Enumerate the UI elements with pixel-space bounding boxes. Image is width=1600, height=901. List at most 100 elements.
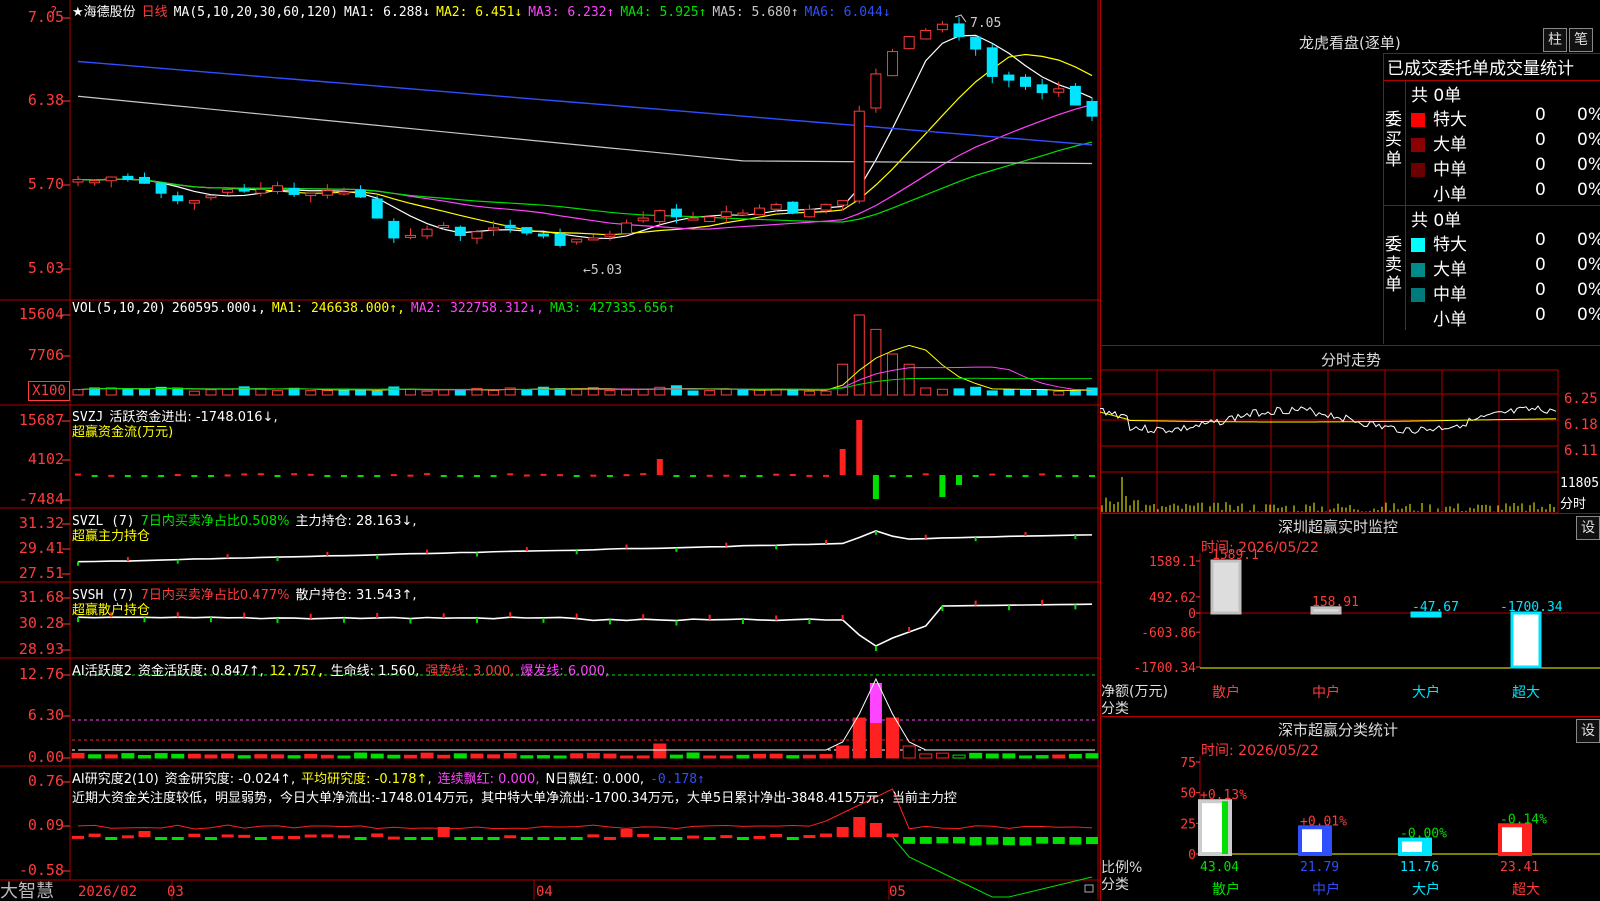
price-axis-label: 6.38 xyxy=(27,91,64,109)
active-line xyxy=(78,677,1092,751)
candle-body xyxy=(687,217,699,221)
active-bar xyxy=(354,752,368,759)
monitor-value-label: 158.91 xyxy=(1312,595,1359,610)
svzj-axis-label: 15687 xyxy=(18,411,64,429)
date-label-mar: 03 xyxy=(167,884,184,900)
svzj-bar xyxy=(673,475,680,477)
vol-name[interactable]: VOL(5,10,20) xyxy=(72,301,166,316)
research-bar xyxy=(421,837,434,840)
dragon-title: 龙虎看盘(逐单) xyxy=(1299,34,1401,52)
svsh-ratio: 7日内买卖净占比0.477% xyxy=(140,588,290,603)
research-bar xyxy=(1036,837,1049,844)
ai-research-name[interactable]: AI研究度2(10) xyxy=(72,772,159,787)
active-bar xyxy=(786,755,800,759)
monitor-bar xyxy=(1210,559,1242,615)
ai-research-b: 平均研究度: -0.178↑, xyxy=(301,772,432,787)
sell-order-count: 0 xyxy=(1535,230,1546,250)
research-bar xyxy=(371,833,384,837)
active-bar xyxy=(237,755,251,759)
research-bar xyxy=(736,837,749,840)
svzl-axis-label: 27.51 xyxy=(18,564,64,582)
svzj-bar xyxy=(91,475,98,477)
active-bar xyxy=(304,753,318,759)
candle-body xyxy=(986,47,998,77)
candle-body xyxy=(720,211,732,218)
monitor-category-label: 大户 xyxy=(1412,684,1440,701)
sell-order-label: 大单 xyxy=(1433,260,1467,280)
volume-bar xyxy=(704,390,716,396)
active-bar xyxy=(71,752,85,759)
candle-body xyxy=(770,203,782,210)
research-bar xyxy=(288,836,301,840)
active-bar xyxy=(337,755,351,759)
sell-order-label: 委卖单 xyxy=(1385,235,1402,295)
volume-bar xyxy=(787,389,799,396)
active-bar xyxy=(1052,754,1066,759)
active-bar xyxy=(719,755,733,759)
volume-bar xyxy=(604,390,616,396)
svzj-bar xyxy=(390,474,397,477)
research-bar xyxy=(570,837,583,840)
sell-order-pct: 0% xyxy=(1577,280,1600,300)
active-bar xyxy=(769,753,783,759)
buy-order-pct: 0% xyxy=(1577,155,1600,175)
research-bar xyxy=(986,837,999,845)
svzj-bar xyxy=(723,474,730,477)
buy-order-count: 0 xyxy=(1535,155,1546,175)
volume-bar xyxy=(188,390,200,396)
ai-active-a: 资金活跃度: 0.847↑, xyxy=(138,664,264,679)
period-label[interactable]: 日线 xyxy=(142,5,168,20)
vol-ma2: MA2: 322758.312↓, xyxy=(410,301,544,316)
svzj-bar xyxy=(207,475,214,477)
brand-label: 大智慧 xyxy=(0,881,54,900)
ma-line xyxy=(77,103,1093,230)
active-bar xyxy=(753,753,767,759)
ai-active-axis-label: 6.30 xyxy=(27,706,64,724)
sell-order-pct: 0% xyxy=(1577,255,1600,275)
lock-icon[interactable] xyxy=(1084,884,1094,893)
chart-canvas[interactable]: 7.05 ←5.03 大智慧 2026/02 03 04 05 ? xyxy=(0,0,1100,900)
research-bar xyxy=(637,833,650,837)
intraday-chart[interactable] xyxy=(1100,345,1600,513)
column-view-button[interactable]: 柱 xyxy=(1543,28,1567,52)
research-bar xyxy=(620,829,633,837)
ai-active-e: 爆发线: 6.000, xyxy=(520,664,610,679)
active-bar xyxy=(536,755,550,759)
research-bar xyxy=(204,837,217,840)
stock-name[interactable]: ★海德股份 xyxy=(72,5,136,20)
ai-active-name[interactable]: AI活跃度2 xyxy=(72,664,132,679)
research-bar xyxy=(603,836,616,840)
active-bar xyxy=(387,754,401,759)
svzj-bar xyxy=(158,475,165,477)
research-bar xyxy=(886,833,899,837)
svzj-bar xyxy=(357,475,364,477)
vol-unit-label: X100 xyxy=(28,381,70,401)
volume-bar xyxy=(737,389,749,396)
active-bar xyxy=(686,752,700,759)
tick-view-button[interactable]: 笔 xyxy=(1569,28,1593,52)
volume-bar xyxy=(205,389,217,396)
active-bar xyxy=(187,753,201,759)
candle-body xyxy=(471,231,483,239)
ma-settings[interactable]: MA(5,10,20,30,60,120) xyxy=(174,5,338,20)
research-bar xyxy=(487,837,500,840)
low-label: ←5.03 xyxy=(583,263,622,278)
svzj-bar xyxy=(1072,475,1079,477)
svzj-bar xyxy=(307,473,314,476)
research-bar xyxy=(1052,837,1065,844)
svzj-bar xyxy=(457,475,464,477)
sell-order-row: 大单 0 0% xyxy=(1411,255,1600,280)
candle-body xyxy=(537,233,549,237)
ma-line xyxy=(77,141,1093,223)
svzj-bar xyxy=(872,475,879,499)
dragon-tabs[interactable]: 已成交委托单成交量统计 xyxy=(1387,54,1599,79)
volume-bar xyxy=(421,390,433,396)
volume-bar xyxy=(371,390,383,396)
buy-order-count: 0 xyxy=(1535,130,1546,150)
classify-bar-accent xyxy=(1422,839,1428,854)
volume-bar xyxy=(438,389,450,396)
active-bar xyxy=(703,755,717,759)
ma3-value: MA3: 6.232↑ xyxy=(528,5,615,20)
classify-bar-accent xyxy=(1322,827,1328,854)
research-bar xyxy=(786,837,799,840)
